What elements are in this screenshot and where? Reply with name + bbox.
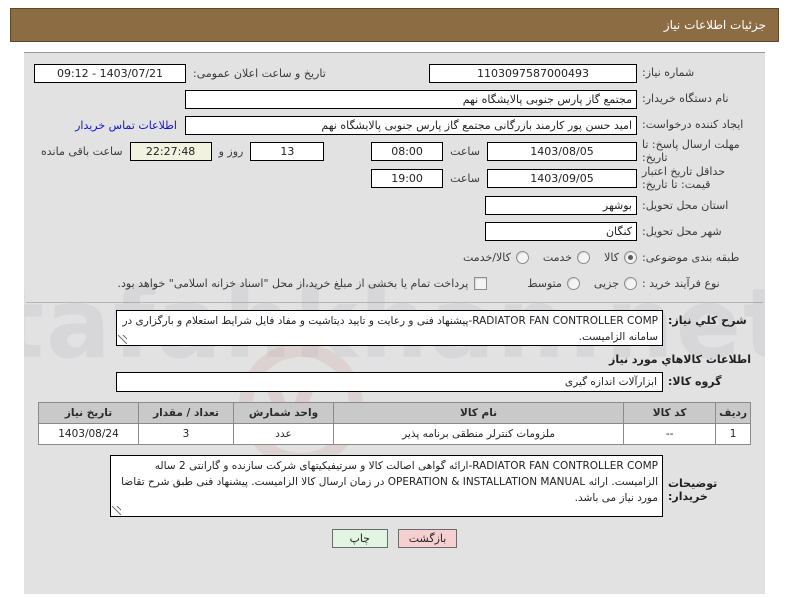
response-deadline-time-label: ساعت bbox=[450, 145, 480, 159]
radio-item-kala[interactable]: کالا bbox=[604, 251, 637, 265]
cell-need-date: 1403/08/24 bbox=[38, 422, 139, 445]
need-number-label: شماره نیاز: bbox=[642, 66, 695, 80]
cell-name: ملزومات کنترلر منطقی برنامه پذیر bbox=[332, 422, 625, 445]
th-unit: واحد شمارش bbox=[233, 401, 334, 424]
row-buyer-org: نام دستگاه خریدار: مجتمع گاز پارس جنوبی … bbox=[34, 87, 755, 111]
purchase-process-radio-group: جزیی متوسط bbox=[513, 277, 637, 291]
treasury-checkbox-item[interactable]: پرداخت تمام یا بخشی از مبلغ خرید،از محل … bbox=[117, 277, 488, 291]
radio-item-jozei[interactable]: جزیی bbox=[593, 277, 637, 291]
remaining-time-label: ساعت باقی مانده bbox=[41, 145, 123, 159]
cell-unit: عدد bbox=[233, 422, 334, 445]
content-panel: tafahkhan.net V شماره نیاز: 110309758700… bbox=[24, 52, 765, 594]
buyer-org-label: نام دستگاه خریدار: bbox=[642, 92, 729, 106]
delivery-city-label: شهر محل تحویل: bbox=[642, 224, 722, 238]
header-title-bar: جزئیات اطلاعات نیاز bbox=[10, 8, 779, 42]
buyer-contact-link[interactable]: اطلاعات تماس خریدار bbox=[67, 119, 185, 132]
th-code: کد کالا bbox=[623, 401, 717, 424]
price-validity-time-label: ساعت bbox=[450, 172, 480, 186]
cell-code: -- bbox=[623, 422, 717, 445]
checkbox-icon-treasury[interactable] bbox=[474, 277, 488, 291]
remaining-days-field: 13 bbox=[250, 142, 325, 162]
delivery-province-field[interactable]: بوشهر bbox=[485, 196, 637, 216]
response-deadline-label: مهلت ارسال پاسخ: تا تاریخ: bbox=[642, 138, 740, 164]
public-announce-field[interactable]: 1403/07/21 - 09:12 bbox=[34, 63, 186, 83]
row-delivery-province: استان محل تحویل: بوشهر bbox=[34, 194, 755, 218]
page-title: جزئیات اطلاعات نیاز bbox=[663, 18, 766, 32]
th-need-date: تاریخ نیاز bbox=[38, 401, 139, 424]
remaining-days-label: روز و bbox=[218, 145, 244, 159]
row-response-deadline: مهلت ارسال پاسخ: تا تاریخ: 1403/08/05 سا… bbox=[34, 138, 755, 164]
goods-group-label: گروه كالا: bbox=[668, 375, 722, 389]
cell-qty: 3 bbox=[138, 422, 234, 445]
table-header-row: ردیف کد کالا نام کالا واحد شمارش تعداد /… bbox=[38, 401, 751, 424]
buyer-org-field[interactable]: مجتمع گاز پارس جنوبی پالایشگاه نهم bbox=[185, 89, 637, 109]
row-delivery-city: شهر محل تحویل: کنگان bbox=[34, 220, 755, 244]
radio-item-kala-khedmat[interactable]: کالا/خدمت bbox=[463, 251, 529, 265]
page-header: جزئیات اطلاعات نیاز bbox=[10, 8, 779, 42]
row-description: شرح كلي نياز: RADIATOR FAN CONTROLLER CO… bbox=[24, 309, 765, 346]
resize-handle-icon[interactable] bbox=[118, 334, 127, 344]
button-bar: بازگشت چاپ bbox=[24, 517, 765, 548]
delivery-city-field[interactable]: کنگان bbox=[485, 222, 637, 242]
buyer-notes-english-2: OPERATION & INSTALLATION MANUAL bbox=[387, 475, 586, 488]
radio-icon-kala[interactable] bbox=[624, 251, 637, 265]
response-deadline-time[interactable]: 08:00 bbox=[371, 142, 444, 162]
buyer-notes-textarea[interactable]: RADIATOR FAN CONTROLLER COMP-ارائه گواهی… bbox=[110, 454, 663, 517]
th-row-no: ردیف bbox=[715, 401, 751, 424]
public-announce-label: تاریخ و ساعت اعلان عمومی: bbox=[193, 66, 326, 80]
row-buyer-notes: توضیحات خریدار: RADIATOR FAN CONTROLLER … bbox=[24, 445, 765, 517]
radio-item-motavaset[interactable]: متوسط bbox=[527, 277, 580, 291]
description-label: شرح كلي نياز: bbox=[668, 313, 747, 327]
subject-category-radio-group: کالا خدمت کالا/خدمت bbox=[449, 251, 637, 265]
price-validity-date[interactable]: 1403/09/05 bbox=[487, 169, 637, 189]
goods-group-field[interactable]: ابزارآلات اندازه گیری bbox=[116, 371, 663, 392]
cell-row-no: 1 bbox=[715, 422, 751, 445]
need-number-field[interactable]: 1103097587000493 bbox=[429, 63, 637, 83]
page-root: جزئیات اطلاعات نیاز tafahkhan.net V شمار… bbox=[0, 0, 789, 598]
radio-icon-khedmat[interactable] bbox=[577, 251, 591, 265]
price-validity-label: حداقل تاریخ اعتبار قیمت: تا تاریخ: bbox=[642, 165, 726, 191]
print-button[interactable]: چاپ bbox=[331, 528, 388, 548]
buyer-notes-english-1: RADIATOR FAN CONTROLLER COMP bbox=[472, 459, 658, 472]
description-textarea[interactable]: RADIATOR FAN CONTROLLER COMP-پیشنهاد فنی… bbox=[116, 309, 663, 346]
divider-1 bbox=[26, 301, 763, 303]
request-creator-label: ایجاد کننده درخواست: bbox=[642, 118, 744, 132]
th-name: نام کالا bbox=[332, 401, 625, 424]
subject-category-label: طبقه بندی موضوعی: bbox=[642, 250, 740, 264]
radio-item-khedmat[interactable]: خدمت bbox=[542, 251, 591, 265]
row-purchase-process: نوع فرآیند خرید : جزیی متوسط پرداخت تمام… bbox=[34, 272, 755, 296]
row-goods-group: گروه كالا: ابزارآلات اندازه گیری bbox=[24, 370, 765, 392]
goods-table-wrap: ردیف کد کالا نام کالا واحد شمارش تعداد /… bbox=[24, 392, 765, 445]
purchase-process-label: نوع فرآیند خرید : bbox=[642, 276, 720, 290]
row-request-creator: ایجاد کننده درخواست: امید حسن پور کارمند… bbox=[34, 113, 755, 137]
request-creator-field[interactable]: امید حسن پور کارمند بازرگانی مجتمع گاز پ… bbox=[185, 115, 637, 135]
radio-icon-jozei[interactable] bbox=[624, 277, 637, 291]
radio-icon-kala-khedmat[interactable] bbox=[515, 251, 529, 265]
goods-section-title: اطلاعات كالاهاي مورد نياز bbox=[609, 352, 751, 366]
radio-label-kala: کالا bbox=[604, 251, 619, 265]
row-need-number: شماره نیاز: 1103097587000493 تاریخ و ساع… bbox=[34, 61, 755, 85]
resize-handle-icon-notes[interactable] bbox=[112, 505, 121, 515]
radio-label-motavaset: متوسط bbox=[527, 277, 562, 291]
goods-table: ردیف کد کالا نام کالا واحد شمارش تعداد /… bbox=[38, 401, 751, 445]
row-price-validity: حداقل تاریخ اعتبار قیمت: تا تاریخ: 1403/… bbox=[34, 165, 755, 191]
row-subject-category: طبقه بندی موضوعی: کالا خدمت کالا/خدمت bbox=[34, 246, 755, 270]
radio-label-jozei: جزیی bbox=[593, 277, 619, 291]
response-deadline-date[interactable]: 1403/08/05 bbox=[487, 142, 637, 162]
th-qty: تعداد / مقدار bbox=[138, 401, 234, 424]
price-validity-time[interactable]: 19:00 bbox=[371, 169, 444, 189]
countdown-timer: 22:27:48 bbox=[129, 142, 212, 162]
table-row: 1 -- ملزومات کنترلر منطقی برنامه پذیر عد… bbox=[38, 422, 751, 445]
radio-icon-motavaset[interactable] bbox=[566, 277, 580, 291]
need-info-form: شماره نیاز: 1103097587000493 تاریخ و ساع… bbox=[24, 53, 765, 296]
description-english: RADIATOR FAN CONTROLLER COMP bbox=[472, 314, 658, 327]
back-button[interactable]: بازگشت bbox=[397, 528, 458, 548]
buyer-notes-label: توضیحات خریدار: bbox=[668, 476, 718, 503]
treasury-checkbox-label: پرداخت تمام یا بخشی از مبلغ خرید،از محل … bbox=[117, 277, 469, 291]
radio-label-khedmat: خدمت bbox=[542, 251, 573, 265]
radio-label-kala-khedmat: کالا/خدمت bbox=[463, 251, 511, 265]
delivery-province-label: استان محل تحویل: bbox=[642, 198, 729, 212]
